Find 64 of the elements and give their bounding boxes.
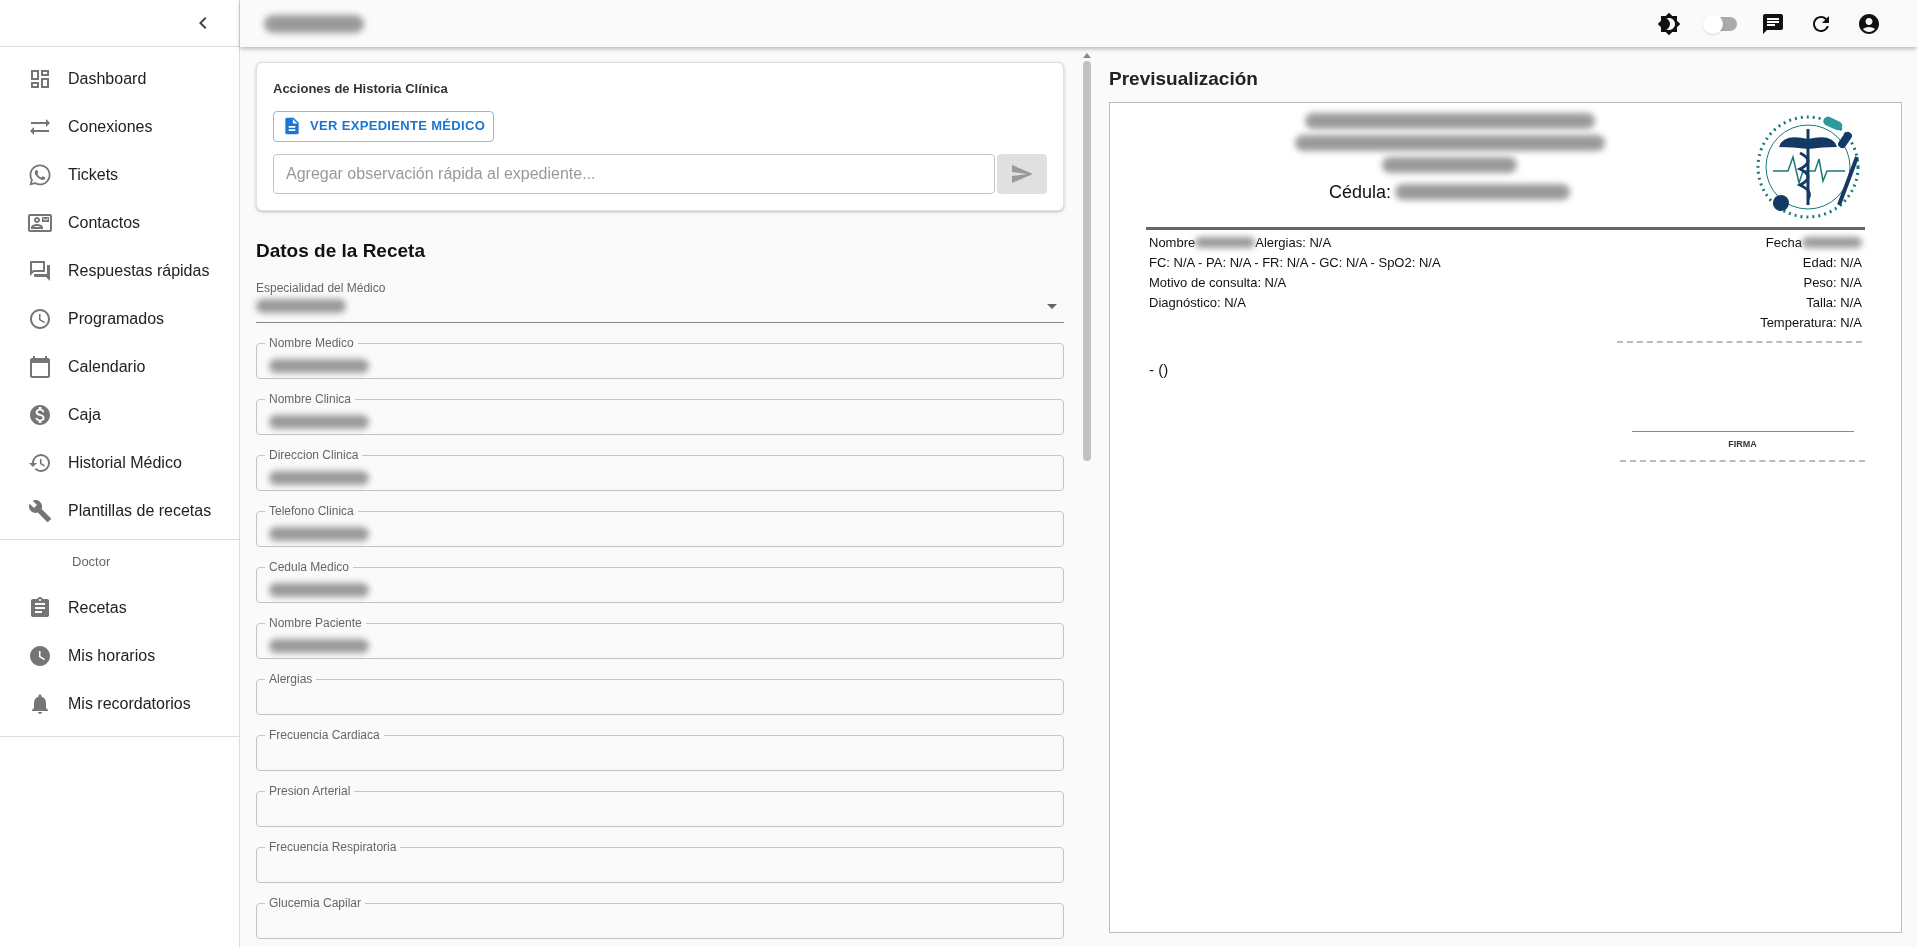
text-field[interactable]: Nombre Paciente — [256, 617, 1064, 659]
text-field[interactable]: Glucemia Capilar — [256, 897, 1064, 939]
preview-line: Temperatura: N/A — [1759, 313, 1862, 332]
medication-line: - () — [1149, 359, 1170, 380]
wrench-icon — [28, 499, 52, 523]
form-title: Datos de la Receta — [256, 238, 426, 263]
preview-line: Talla: N/A — [1805, 293, 1862, 312]
text-field[interactable]: Frecuencia Respiratoria — [256, 841, 1064, 883]
theme-icon[interactable] — [1657, 11, 1681, 36]
view-record-button[interactable]: VER EXPEDIENTE MÉDICO — [273, 110, 495, 142]
text-field[interactable]: Cedula Medico — [256, 561, 1064, 603]
chat-icon[interactable] — [1761, 11, 1785, 36]
sidebar-item[interactable]: Mis recordatorios — [0, 680, 239, 728]
contact-card-icon — [28, 211, 52, 235]
calendar-icon — [28, 355, 52, 379]
text-field[interactable]: Frecuencia Cardiaca — [256, 729, 1064, 771]
sidebar-item[interactable]: Dashboard — [0, 55, 239, 103]
preview-line: Fecha — [1617, 232, 1862, 253]
clipboard-icon — [28, 596, 52, 620]
preview-line: Edad: N/A — [1801, 253, 1862, 272]
sidebar-item[interactable]: Historial Médico — [0, 439, 239, 487]
dollar-icon — [28, 403, 52, 427]
chat-bubbles-icon — [28, 259, 52, 283]
card-title: Acciones de Historia Clínica — [273, 80, 449, 98]
dropdown-caret-icon — [1047, 303, 1057, 309]
dashboard-icon — [28, 67, 52, 91]
chat-phone-icon — [28, 163, 52, 187]
sidebar-section-title: Doctor — [71, 553, 112, 572]
text-field[interactable]: Nombre Clinica — [256, 393, 1064, 435]
clock-icon — [28, 644, 52, 668]
blurred-text — [1802, 237, 1862, 248]
history-icon — [28, 451, 52, 475]
document-icon — [282, 116, 302, 136]
sidebar-item[interactable]: Programados — [0, 295, 239, 343]
send-button[interactable] — [997, 153, 1047, 194]
blurred-text — [1195, 237, 1256, 248]
sidebar-item[interactable]: Mis horarios — [0, 632, 239, 680]
text-field[interactable]: Alergias — [256, 673, 1064, 715]
text-field[interactable]: Direccion Clinica — [256, 449, 1064, 491]
text-field[interactable]: Presion Arterial — [256, 785, 1064, 827]
sidebar-item[interactable]: Respuestas rápidas — [0, 247, 239, 295]
sidebar-item[interactable]: Plantillas de recetas — [0, 487, 239, 535]
preview-line: Nombre Alergias: N/A — [1149, 233, 1333, 252]
signature-label: FIRMA — [1728, 438, 1757, 451]
clock-icon — [28, 307, 52, 331]
preview-line: FC: N/A - PA: N/A - FR: N/A - GC: N/A - SpO2: N/A — [1149, 253, 1441, 272]
account-icon[interactable] — [1857, 11, 1881, 36]
specialty-select[interactable]: Especialidad del Médico — [256, 279, 1064, 323]
sidebar-item[interactable]: Tickets — [0, 151, 239, 199]
text-field[interactable]: Telefono Clinica — [256, 505, 1064, 547]
observation-input-field[interactable]: Agregar observación rápida al expediente... — [273, 153, 995, 194]
preview-title: Previsualización — [1109, 67, 1259, 91]
text-field[interactable]: Nombre Medico — [256, 337, 1064, 379]
sidebar-item[interactable]: Recetas — [0, 584, 239, 632]
cedula-label: Cédula: — [1328, 180, 1391, 204]
preview-line: Peso: N/A — [1802, 273, 1862, 292]
preview-line: Motivo de consulta: N/A — [1149, 273, 1288, 292]
scroll-up-arrow-icon[interactable] — [1083, 53, 1091, 58]
preview-line: Diagnóstico: N/A — [1149, 293, 1247, 312]
sidebar-item[interactable]: Contactos — [0, 199, 239, 247]
sidebar-item[interactable]: Calendario — [0, 343, 239, 391]
sidebar-item[interactable]: Caja — [0, 391, 239, 439]
dark-mode-switch[interactable] — [1705, 16, 1737, 31]
sidebar-item[interactable]: Conexiones — [0, 103, 239, 151]
